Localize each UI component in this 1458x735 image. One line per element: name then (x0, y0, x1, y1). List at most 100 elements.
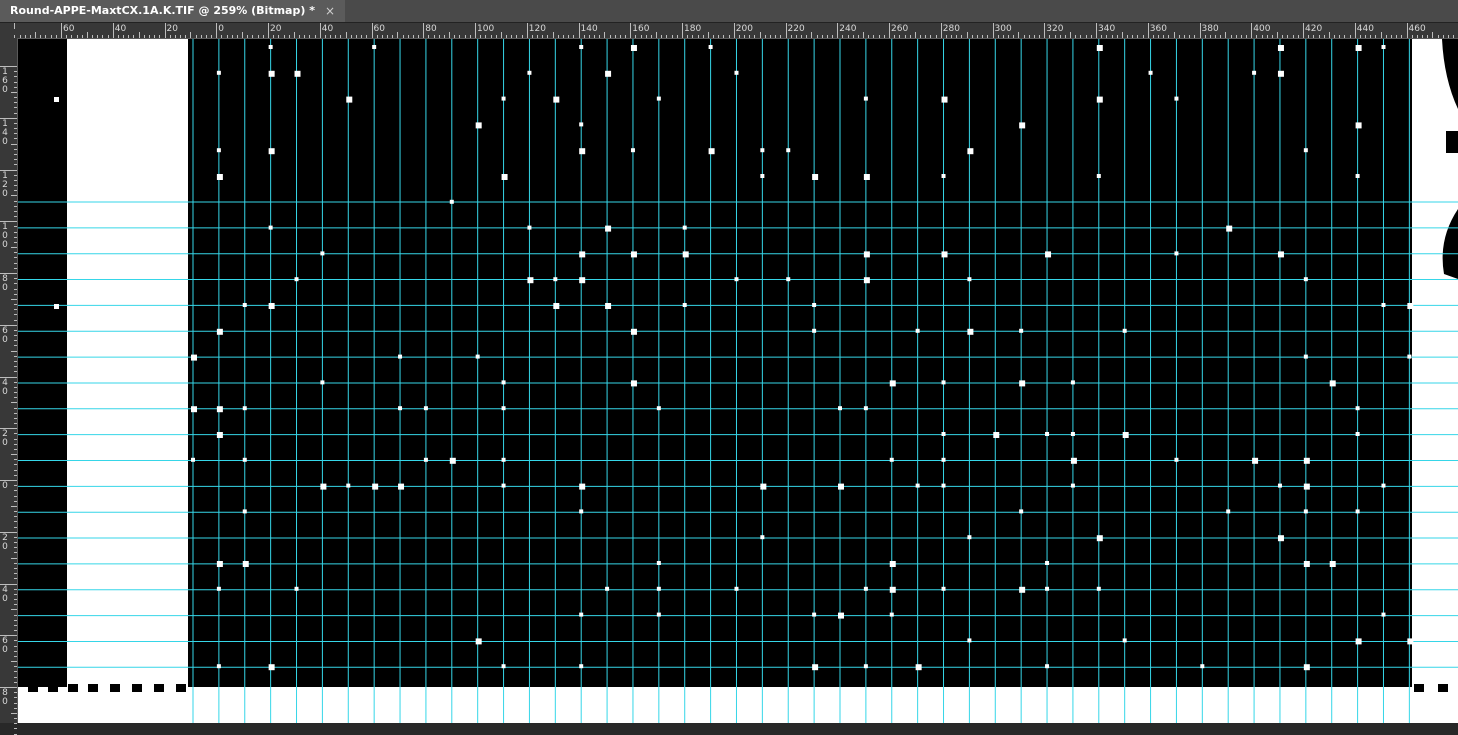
dot (1381, 483, 1386, 488)
dot (1174, 251, 1179, 256)
dot (527, 70, 532, 75)
dot (1355, 406, 1360, 411)
ruler-label: 400 (1253, 24, 1271, 34)
dot (54, 304, 59, 309)
dot (242, 457, 247, 462)
dot (501, 174, 508, 180)
dot (682, 225, 687, 230)
ruler-tick (1303, 23, 1304, 38)
dot (1226, 509, 1231, 514)
dot (630, 148, 635, 153)
dot (967, 277, 972, 282)
dot (1045, 251, 1052, 258)
dot (1355, 509, 1360, 514)
vertical-ruler[interactable]: 160 140 120 100 80 60 40 20 0 20 40 60 80 (0, 38, 18, 735)
dot (216, 328, 223, 335)
dot (398, 406, 403, 411)
dot (1096, 174, 1101, 178)
dot (501, 380, 506, 385)
document-canvas[interactable] (18, 39, 1458, 723)
dot (915, 664, 922, 671)
dot (1045, 561, 1050, 565)
dot (1381, 303, 1386, 307)
horizontal-ruler[interactable]: 60 40 20 0 20 40 60 80 100 120 140 160 180 200 220 240 2… (14, 23, 1458, 39)
dot (630, 328, 637, 335)
dot (1045, 664, 1050, 669)
dot (1096, 96, 1103, 103)
ruler-tick (475, 23, 476, 38)
ruler-label: 20 (270, 24, 282, 34)
close-tab-icon[interactable]: × (325, 0, 335, 22)
dot (1096, 586, 1101, 591)
dot (527, 225, 532, 230)
ruler-label: 0 (218, 24, 224, 34)
dot (1122, 328, 1127, 333)
dot (1277, 483, 1282, 488)
edge-pixel (68, 684, 78, 692)
dot (915, 328, 920, 333)
dot (579, 277, 586, 284)
edge-pixel (154, 684, 164, 692)
dot (579, 122, 584, 127)
dot (398, 354, 403, 359)
dot (1303, 457, 1310, 464)
dot (579, 148, 586, 155)
ruler-tick (733, 23, 735, 38)
dot (191, 406, 197, 413)
dot (656, 96, 661, 101)
dot (734, 277, 739, 282)
dot (812, 612, 817, 617)
ruler-label: 160 (632, 24, 650, 34)
dot (630, 251, 637, 258)
dot (967, 148, 974, 155)
dot (1355, 45, 1362, 51)
ruler-tick (1147, 23, 1149, 38)
dot (734, 70, 739, 75)
dot (320, 380, 325, 385)
dot (268, 664, 275, 671)
dot (579, 612, 584, 617)
dot (553, 96, 560, 103)
ruler-label: 80 (2, 688, 8, 707)
dot (501, 483, 506, 488)
dot (734, 586, 739, 591)
dot (1096, 45, 1103, 51)
ruler-label: 180 (684, 24, 702, 34)
dot (1226, 225, 1233, 232)
ruler-label: 260 (891, 24, 909, 34)
dot (346, 96, 353, 103)
dot (605, 70, 612, 77)
ruler-label: 300 (994, 24, 1012, 34)
dot (268, 303, 275, 309)
dot (941, 380, 946, 385)
ruler-label: 60 (373, 24, 385, 34)
dot (941, 251, 948, 258)
bitmap-image (18, 39, 1458, 723)
ruler-tick (785, 23, 787, 38)
ruler-label: 240 (839, 24, 857, 34)
dot (449, 199, 454, 204)
dot (1070, 380, 1075, 385)
dot (760, 174, 765, 178)
dot (812, 328, 817, 333)
dot (449, 457, 456, 464)
dot (863, 174, 870, 180)
ruler-tick (1251, 23, 1253, 38)
dot (812, 664, 819, 671)
ruler-label: 440 (1356, 24, 1374, 34)
dot (1019, 328, 1024, 333)
document-tab[interactable]: Round-APPE-MaxtCX.1A.K.TIF @ 259% (Bitma… (0, 0, 346, 22)
ruler-label: 380 (1201, 24, 1219, 34)
dot (630, 380, 637, 387)
ruler-tick (268, 23, 269, 38)
dot (1148, 70, 1153, 75)
dot (656, 406, 661, 411)
dot (346, 483, 351, 488)
ruler-label: 120 (528, 24, 546, 34)
ruler-tick (837, 23, 839, 38)
ruler-tick (630, 23, 632, 38)
dot (889, 612, 894, 617)
dot (1303, 664, 1310, 671)
dot (1355, 122, 1362, 129)
ruler-tick (216, 23, 218, 38)
